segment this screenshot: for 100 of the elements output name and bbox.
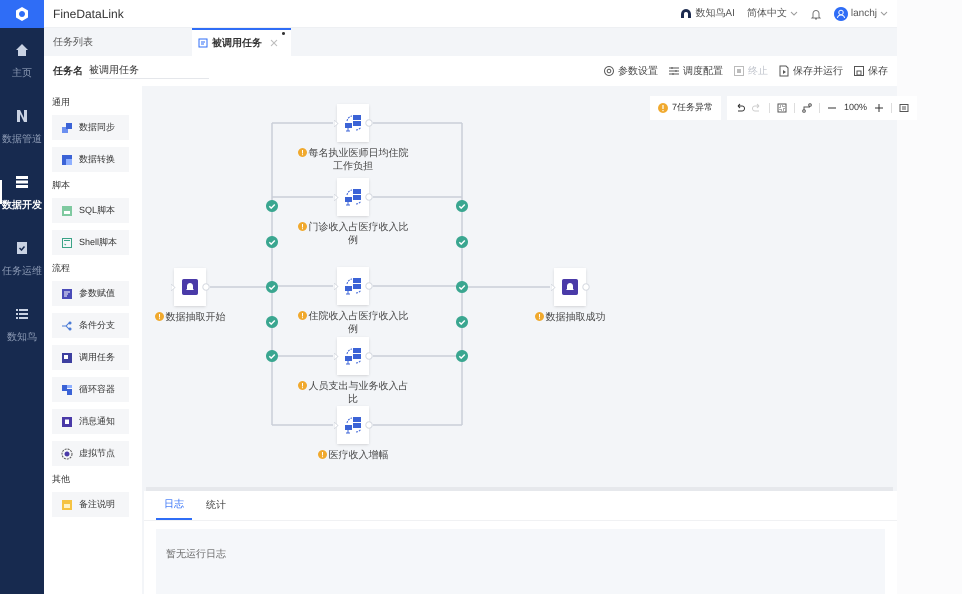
home-icon: [14, 42, 30, 58]
palette-item[interactable]: 参数赋值: [52, 281, 129, 306]
toolbar-button[interactable]: 参数设置: [603, 64, 658, 78]
zoom-in-icon: [874, 103, 884, 113]
palette-group-title: 通用: [52, 96, 71, 109]
toolbar-button[interactable]: 保存: [853, 64, 888, 78]
logo-icon: [14, 6, 30, 22]
chevron-down-icon: [790, 10, 798, 16]
document-icon: [198, 38, 208, 48]
input-port-icon[interactable]: [171, 284, 176, 291]
minimap-icon: [899, 103, 910, 113]
toolbar-button[interactable]: 调度配置: [668, 64, 723, 78]
nav-item[interactable]: 任务运维: [0, 226, 44, 292]
sliders-icon: [668, 65, 680, 77]
palette-item[interactable]: 调用任务: [52, 345, 129, 370]
transform-icon: [61, 154, 73, 166]
bell-icon: [810, 8, 822, 20]
palette-item[interactable]: 数据同步: [52, 115, 129, 140]
language-selector[interactable]: 简体中文: [746, 6, 798, 21]
node-label: 门诊收入占医疗收入比例: [308, 222, 408, 246]
output-port-icon[interactable]: [365, 193, 373, 201]
task-name-field[interactable]: 被调用任务: [89, 63, 209, 79]
sql-script-icon: [61, 204, 73, 216]
output-port-icon[interactable]: [582, 283, 590, 291]
output-port-icon[interactable]: [202, 283, 210, 291]
nav-item[interactable]: 数知鸟: [0, 292, 44, 358]
input-port-icon[interactable]: [334, 194, 339, 201]
task-warning-badge[interactable]: 7任务异常: [650, 96, 722, 120]
node-label: 数据抽取成功: [546, 312, 606, 323]
fit-view-icon: [777, 103, 788, 113]
redo-icon: [752, 103, 762, 113]
palette-item[interactable]: 循环容器: [52, 377, 129, 402]
output-port-icon[interactable]: [365, 421, 373, 429]
nav-item[interactable]: 主页: [0, 28, 44, 94]
tab[interactable]: 任务列表: [44, 28, 102, 56]
fit-view-button[interactable]: [777, 103, 788, 113]
app-name: FineDataLink: [53, 6, 124, 22]
node-label: 人员支出与业务收入占比: [308, 381, 408, 405]
gear-icon: [603, 65, 615, 77]
empty-log-text: 暂无运行日志: [166, 549, 226, 560]
bell-node-icon: [562, 279, 578, 295]
input-port-icon[interactable]: [334, 353, 339, 360]
output-port-icon[interactable]: [365, 352, 373, 360]
palette-item[interactable]: 消息通知: [52, 409, 129, 434]
palette-item[interactable]: Shell脚本: [52, 230, 129, 255]
zoom-level: 100%: [844, 101, 868, 114]
palette-item[interactable]: SQL脚本: [52, 198, 129, 223]
nav-item[interactable]: 数据开发: [0, 160, 44, 226]
minimap-button[interactable]: [899, 103, 910, 113]
zoom-in-button[interactable]: [874, 103, 884, 113]
log-tab[interactable]: 统计: [198, 490, 234, 520]
computer-server-icon: [344, 188, 362, 206]
palette-group-title: 流程: [52, 262, 71, 275]
node-label: 数据抽取开始: [166, 312, 226, 323]
output-port-icon[interactable]: [365, 119, 373, 127]
palette-item[interactable]: 备注说明: [52, 492, 129, 517]
tab[interactable]: 被调用任务: [192, 28, 291, 56]
letter-n-icon: [14, 108, 30, 124]
warning-icon: [658, 103, 668, 113]
nav-item[interactable]: 数据管道: [0, 94, 44, 160]
stop-icon: [733, 65, 745, 77]
task-name-label: 任务名: [53, 64, 83, 78]
input-port-icon[interactable]: [551, 284, 556, 291]
toolbar-button[interactable]: 保存并运行: [778, 64, 843, 78]
layout-button[interactable]: [802, 103, 812, 113]
note-icon: [61, 498, 73, 510]
loop-icon: [61, 384, 73, 396]
undo-button[interactable]: [735, 103, 746, 113]
log-tab[interactable]: 日志: [156, 490, 192, 520]
server-icon: [14, 174, 30, 190]
notification-bell[interactable]: [810, 8, 822, 20]
chevron-down-icon: [880, 10, 888, 16]
parameter-icon: [61, 288, 73, 300]
bell-node-icon: [182, 279, 198, 295]
node-label: 每名执业医师日均住院工作负担: [308, 148, 408, 172]
input-port-icon[interactable]: [334, 283, 339, 290]
redo-button[interactable]: [752, 103, 762, 113]
save-icon: [853, 65, 865, 77]
palette-item[interactable]: 虚拟节点: [52, 441, 129, 466]
virtual-node-icon: [61, 448, 73, 460]
layout-icon: [802, 103, 812, 113]
branch-icon: [61, 320, 73, 332]
clipboard-check-icon: [14, 240, 30, 256]
input-port-icon[interactable]: [334, 422, 339, 429]
sync-icon: [61, 122, 73, 134]
computer-server-icon: [344, 347, 362, 365]
undo-icon: [735, 103, 746, 113]
computer-server-icon: [344, 114, 362, 132]
ai-assistant-link[interactable]: 数知鸟AI: [695, 6, 735, 21]
output-port-icon[interactable]: [365, 282, 373, 290]
computer-server-icon: [344, 416, 362, 434]
palette-item[interactable]: 条件分支: [52, 313, 129, 338]
computer-server-icon: [344, 277, 362, 295]
input-port-icon[interactable]: [334, 120, 339, 127]
user-avatar-icon: [834, 6, 848, 20]
node-label: 住院收入占医疗收入比例: [308, 311, 408, 335]
user-menu[interactable]: lanchj: [850, 6, 888, 21]
close-icon[interactable]: [270, 39, 278, 47]
palette-group-title: 脚本: [52, 179, 71, 192]
palette-item[interactable]: 数据转换: [52, 147, 129, 172]
